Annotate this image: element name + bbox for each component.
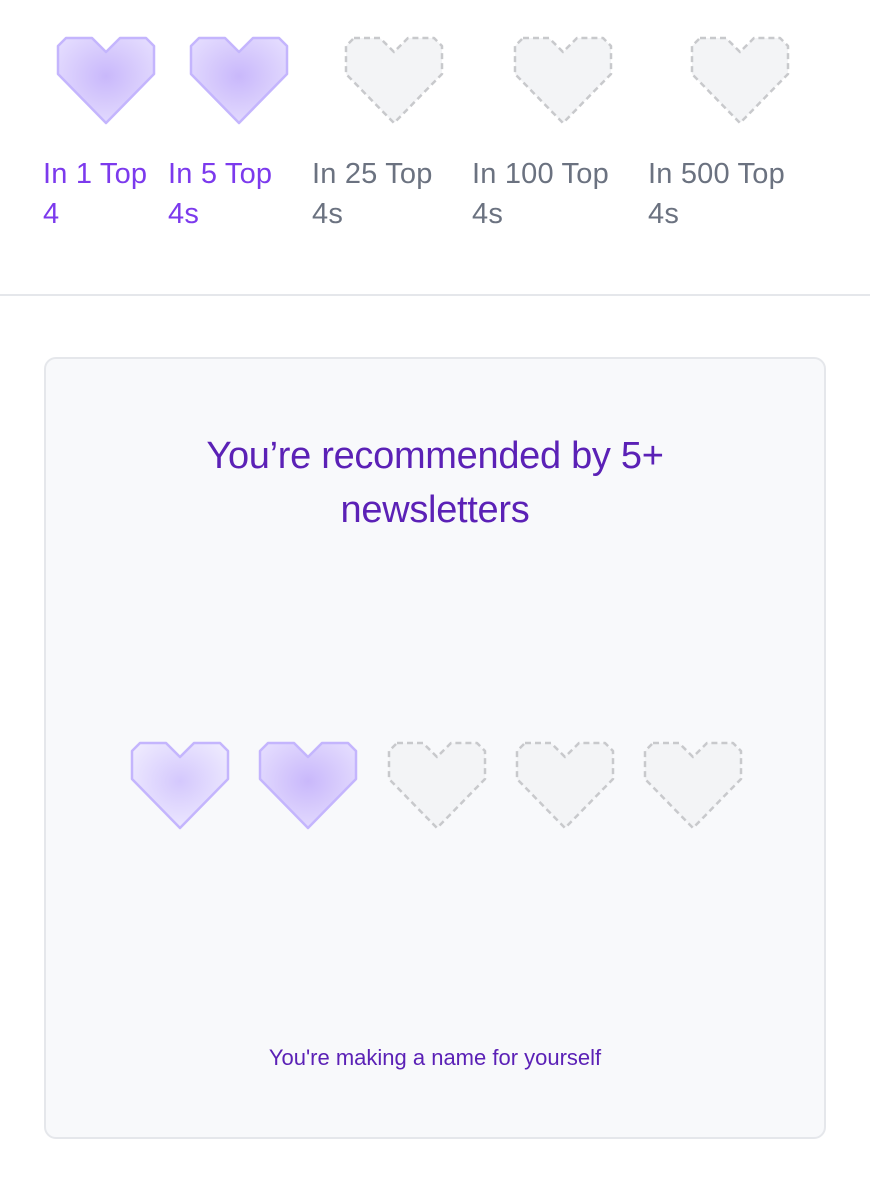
heart-icon: [189, 36, 289, 125]
card-title: You’re recommended by 5+ newsletters: [46, 429, 824, 537]
section-divider: [0, 294, 870, 296]
card-title-line1: You’re recommended by 5+: [206, 435, 664, 477]
milestone-row: In 1 Top 4 In 5 Top 4s In 25 Top 4s In 1…: [0, 0, 870, 296]
milestone-label: In 500 Top 4s: [648, 154, 785, 234]
milestone-label-line2: 4: [43, 198, 60, 230]
heart-icon: [56, 36, 156, 125]
heart-outline-dashed-icon: [387, 741, 487, 830]
heart-outline-dashed-icon: [513, 36, 613, 125]
milestone-label-line1: In 500 Top: [648, 158, 785, 190]
recommendation-card: You’re recommended by 5+ newsletters You…: [44, 357, 826, 1139]
milestone-label: In 5 Top 4s: [168, 154, 272, 234]
heart-icon: [130, 741, 230, 830]
card-title-line2: newsletters: [340, 489, 530, 531]
milestone-label-line1: In 5 Top: [168, 158, 273, 190]
milestone-label-line1: In 25 Top: [312, 158, 433, 190]
card-caption: You're making a name for yourself: [268, 1045, 602, 1070]
milestone-label-line2: 4s: [168, 198, 200, 230]
milestone-label: In 1 Top 4: [43, 154, 147, 234]
heart-outline-dashed-icon: [344, 36, 444, 125]
milestone-label-line2: 4s: [312, 198, 344, 230]
milestone-label: In 25 Top 4s: [312, 154, 433, 234]
milestone-label-line1: In 100 Top: [472, 158, 609, 190]
heart-icon: [258, 741, 358, 830]
milestone-label-line1: In 1 Top: [43, 158, 148, 190]
milestone-label-line2: 4s: [648, 198, 680, 230]
heart-outline-dashed-icon: [643, 741, 743, 830]
milestone-label-line2: 4s: [472, 198, 504, 230]
milestone-label: In 100 Top 4s: [472, 154, 609, 234]
heart-outline-dashed-icon: [690, 36, 790, 125]
heart-outline-dashed-icon: [515, 741, 615, 830]
